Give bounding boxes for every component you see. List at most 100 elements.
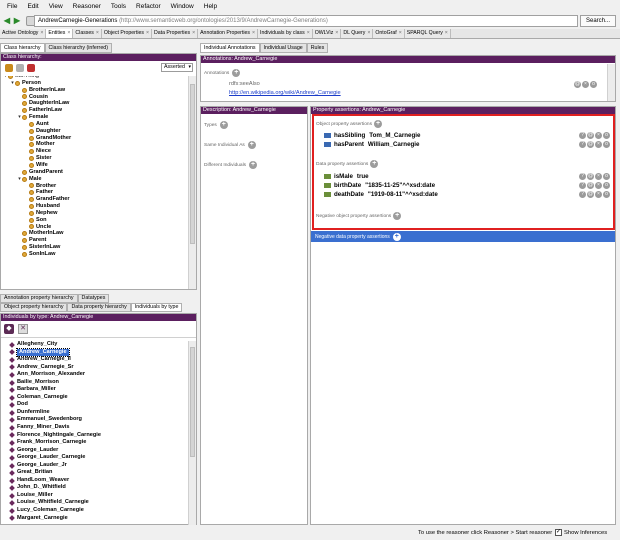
individual-item[interactable]: Dunfermline: [9, 409, 187, 417]
individual-item[interactable]: Ann_Morrison_Alexander: [9, 371, 187, 379]
class-tree-item[interactable]: Daughter: [3, 128, 187, 135]
lower-tab[interactable]: Individuals by type: [130, 303, 183, 312]
explain-icon[interactable]: ?: [579, 173, 586, 180]
menu-item[interactable]: Edit: [22, 3, 43, 10]
workspace-tab[interactable]: Data Properties ×: [152, 29, 199, 38]
individual-item[interactable]: Louise_Miller: [9, 492, 187, 500]
individual-item[interactable]: HandLoom_Weaver: [9, 477, 187, 485]
class-tree-scrollbar[interactable]: [188, 76, 196, 289]
individual-item[interactable]: Great_Britian: [9, 469, 187, 477]
individuals-scrollbar[interactable]: [188, 341, 196, 525]
menu-item[interactable]: Refactor: [131, 3, 166, 10]
delete-icon[interactable]: ×: [595, 191, 602, 198]
annotate-icon[interactable]: @: [587, 182, 594, 189]
add-data-assertion-icon[interactable]: +: [370, 160, 379, 168]
class-tree-item[interactable]: Husband: [3, 203, 187, 210]
class-tree-item[interactable]: Niece: [3, 148, 187, 155]
class-tree-item[interactable]: Father: [3, 189, 187, 196]
annotate-icon[interactable]: @: [587, 191, 594, 198]
workspace-tab[interactable]: Entities ×: [46, 29, 74, 38]
forward-arrow-icon[interactable]: ▶: [12, 16, 22, 26]
back-arrow-icon[interactable]: ◀: [2, 16, 12, 26]
scroll-thumb[interactable]: [190, 84, 195, 244]
add-annotation-icon[interactable]: +: [232, 69, 241, 77]
lower-tab[interactable]: Data property hierarchy: [67, 303, 131, 312]
menu-item[interactable]: Help: [199, 3, 222, 10]
class-tree-item[interactable]: SisterInLaw: [3, 244, 187, 251]
annotation-link[interactable]: http://en.wikipedia.org/wiki/Andrew_Carn…: [229, 90, 341, 96]
asserted-select[interactable]: Asserted ▾: [161, 63, 193, 72]
menu-item[interactable]: Reasoner: [68, 3, 106, 10]
individual-item[interactable]: Andrew_Carnegie_II: [9, 356, 187, 364]
edit-icon[interactable]: o: [590, 81, 597, 88]
tab-class-hierarchy-inferred[interactable]: Class hierarchy (inferred): [44, 43, 112, 53]
lower-tab[interactable]: Object property hierarchy: [0, 303, 68, 312]
close-tab-icon[interactable]: ×: [40, 30, 43, 36]
individual-item[interactable]: Margaret_Carnegie: [9, 515, 187, 523]
class-tree-item[interactable]: DaughterInLaw: [3, 100, 187, 107]
close-tab-icon[interactable]: ×: [335, 30, 338, 36]
individual-item[interactable]: Fanny_Miner_Davis: [9, 424, 187, 432]
menu-item[interactable]: View: [44, 3, 68, 10]
individual-item[interactable]: Frank_Morrison_Carnegie: [9, 439, 187, 447]
close-tab-icon[interactable]: ×: [445, 30, 448, 36]
class-tree-item[interactable]: MotherInLaw: [3, 230, 187, 237]
workspace-tab[interactable]: Object Properties ×: [101, 29, 153, 38]
explain-icon[interactable]: ?: [579, 132, 586, 139]
class-tree-item[interactable]: Sister: [3, 155, 187, 162]
workspace-tab[interactable]: Active Ontology ×: [0, 29, 47, 38]
delete-icon[interactable]: ×: [595, 141, 602, 148]
add-negative-data-assertion-icon[interactable]: +: [392, 232, 401, 241]
annotate-icon[interactable]: @: [587, 132, 594, 139]
individual-item[interactable]: George_Lauder: [9, 447, 187, 455]
add-object-assertion-icon[interactable]: +: [374, 120, 382, 128]
delete-individual-icon[interactable]: ✕: [18, 324, 28, 334]
workspace-tab[interactable]: SPARQL Query ×: [404, 29, 451, 38]
close-tab-icon[interactable]: ×: [146, 30, 149, 36]
explain-icon[interactable]: ?: [579, 141, 586, 148]
edit-icon[interactable]: o: [603, 182, 610, 189]
workspace-tab[interactable]: Individuals by class ×: [258, 29, 313, 38]
individual-item[interactable]: Bailie_Morrison: [9, 379, 187, 387]
class-tree-item[interactable]: ▾ Person: [3, 80, 187, 87]
workspace-tab[interactable]: Annotation Properties ×: [198, 29, 259, 38]
checkbox-icon[interactable]: ✓: [555, 529, 562, 536]
individual-item[interactable]: Andrew_Carnegie_Sr: [9, 364, 187, 372]
class-tree-item[interactable]: SonInLaw: [3, 251, 187, 258]
tab-class-hierarchy[interactable]: Class hierarchy: [0, 43, 45, 53]
class-tree-item[interactable]: GrandFather: [3, 196, 187, 203]
individual-item[interactable]: Emmanuel_Swedenborg: [9, 416, 187, 424]
add-type-icon[interactable]: +: [219, 121, 228, 129]
add-sibling-icon[interactable]: [16, 64, 24, 72]
delete-icon[interactable]: ×: [582, 81, 589, 88]
individual-item[interactable]: George_Lauder_Carnegie: [9, 454, 187, 462]
delete-icon[interactable]: ×: [595, 132, 602, 139]
annotate-icon[interactable]: @: [587, 141, 594, 148]
close-tab-icon[interactable]: ×: [192, 30, 195, 36]
delete-icon[interactable]: ×: [595, 182, 602, 189]
property-assertion-row[interactable]: deathDate "1919-08-11"^^xsd:date? @ × o: [324, 190, 612, 199]
class-tree-item[interactable]: Brother: [3, 183, 187, 190]
add-subclass-icon[interactable]: [5, 64, 13, 72]
menu-item[interactable]: Window: [166, 3, 199, 10]
property-assertion-row[interactable]: birthDate "1835-11-25"^^xsd:date? @ × o: [324, 181, 612, 190]
right-tab[interactable]: Individual Usage: [259, 43, 307, 53]
annotate-icon[interactable]: @: [574, 81, 581, 88]
individual-item[interactable]: Dod: [9, 401, 187, 409]
class-tree-item[interactable]: Parent: [3, 237, 187, 244]
class-tree-item[interactable]: Nephew: [3, 210, 187, 217]
edit-icon[interactable]: o: [603, 141, 610, 148]
lower-tab[interactable]: Datatypes: [77, 294, 110, 303]
individual-item[interactable]: George_Lauder_Jr: [9, 462, 187, 470]
close-tab-icon[interactable]: ×: [67, 30, 70, 36]
add-individual-icon[interactable]: ◆: [4, 324, 14, 334]
individual-item[interactable]: Florence_Nightingale_Carnegie: [9, 432, 187, 440]
add-negative-object-assertion-icon[interactable]: +: [393, 212, 402, 220]
delete-icon[interactable]: ×: [595, 173, 602, 180]
close-tab-icon[interactable]: ×: [96, 30, 99, 36]
individual-item[interactable]: Coleman_Carnegie: [9, 394, 187, 402]
individual-item[interactable]: Allegheny_City: [9, 341, 187, 349]
workspace-tab[interactable]: DL Query ×: [341, 29, 374, 38]
class-tree-item[interactable]: ▾ Female: [3, 114, 187, 121]
workspace-tab[interactable]: OWLViz ×: [312, 29, 342, 38]
